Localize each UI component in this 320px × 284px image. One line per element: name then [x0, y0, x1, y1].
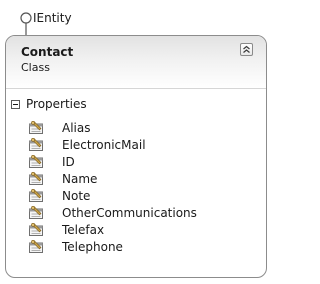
property-wrench-icon: [29, 138, 43, 151]
property-item[interactable]: ID: [6, 154, 256, 171]
property-item[interactable]: Name: [6, 171, 256, 188]
property-wrench-icon: [29, 172, 43, 185]
class-kind: Class: [21, 61, 50, 74]
property-name: OtherCommunications: [62, 206, 197, 220]
properties-label: Properties: [26, 97, 87, 111]
properties-compartment-header[interactable]: Properties: [6, 96, 266, 112]
collapse-chevron-icon[interactable]: [240, 43, 253, 56]
interface-reference: IEntity: [0, 0, 275, 36]
property-name: Telephone: [62, 240, 123, 254]
property-item[interactable]: Note: [6, 188, 256, 205]
property-name: ElectronicMail: [62, 138, 146, 152]
class-name: Contact: [21, 45, 74, 59]
property-item[interactable]: OtherCommunications: [6, 205, 256, 222]
property-wrench-icon: [29, 155, 43, 168]
property-name: ID: [62, 155, 75, 169]
properties-list: Alias ElectronicMail ID Name Note OtherC…: [6, 120, 256, 256]
property-wrench-icon: [29, 240, 43, 253]
property-name: Telefax: [62, 223, 105, 237]
property-name: Name: [62, 172, 98, 186]
property-wrench-icon: [29, 189, 43, 202]
property-name: Alias: [62, 121, 91, 135]
property-item[interactable]: Telephone: [6, 239, 256, 256]
property-name: Note: [62, 189, 91, 203]
collapse-minus-icon[interactable]: [11, 100, 20, 109]
property-wrench-icon: [29, 206, 43, 219]
property-item[interactable]: Alias: [6, 120, 256, 137]
interface-name: IEntity: [33, 11, 72, 25]
property-wrench-icon: [29, 121, 43, 134]
property-item[interactable]: ElectronicMail: [6, 137, 256, 154]
class-header[interactable]: Contact Class: [6, 36, 266, 89]
class-shape[interactable]: Contact Class Properties Alias Electroni…: [5, 35, 267, 278]
property-item[interactable]: Telefax: [6, 222, 256, 239]
property-wrench-icon: [29, 223, 43, 236]
